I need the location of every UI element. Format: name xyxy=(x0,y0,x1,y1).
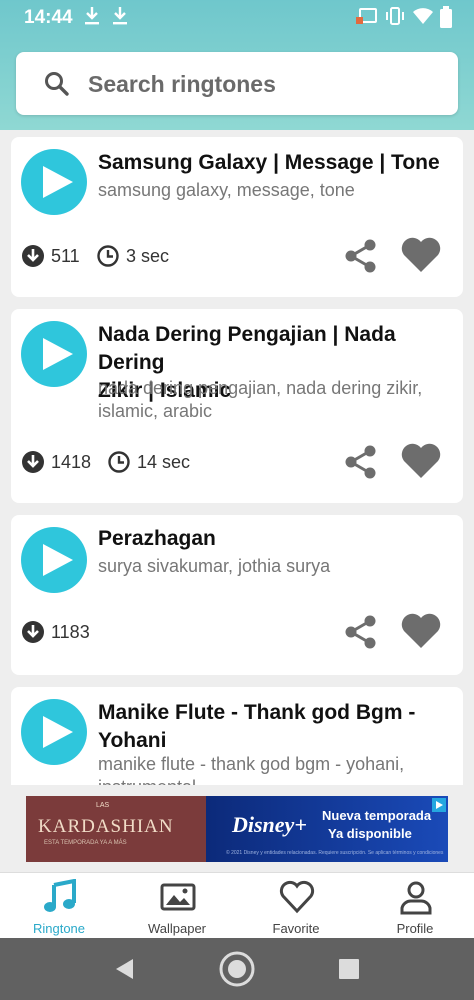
share-icon[interactable] xyxy=(344,445,378,484)
download-icon xyxy=(84,6,100,31)
ringtone-tags-line: surya sivakumar, jothia surya xyxy=(98,556,331,576)
ringtone-card[interactable]: Nada Dering Pengajian | Nada Dering Ziki… xyxy=(11,309,463,503)
ringtone-title-line: Manike Flute - Thank god Bgm - xyxy=(98,701,416,724)
status-bar: 14:44 xyxy=(0,0,474,34)
nav-label: Ringtone xyxy=(32,921,86,936)
duration-value: 14 sec xyxy=(137,451,191,472)
ringtone-tags: surya sivakumar, jothia surya xyxy=(98,555,453,578)
ringtone-title-line: Yohani xyxy=(98,729,167,752)
music-note-icon xyxy=(44,879,76,912)
download-icon xyxy=(112,6,128,31)
download-count-value: 1418 xyxy=(51,451,92,472)
ad-pretitle: LAS xyxy=(96,802,110,809)
recents-icon[interactable] xyxy=(339,959,359,984)
ad-brand: KARDASHIAN xyxy=(38,816,174,837)
nav-wallpaper[interactable]: Wallpaper xyxy=(118,873,236,939)
wifi-icon xyxy=(412,6,434,31)
download-circle-icon xyxy=(22,451,44,473)
play-button[interactable] xyxy=(21,321,87,387)
nav-ringtone[interactable]: Ringtone xyxy=(0,873,118,939)
home-icon[interactable] xyxy=(219,951,255,992)
vibrate-icon xyxy=(384,6,406,31)
ad-fine-print: © 2021 Disney y entidades relacionadas. … xyxy=(226,850,444,856)
favorite-heart-icon[interactable] xyxy=(401,237,441,278)
ad-network-logo: Disney+ xyxy=(232,812,307,837)
heart-outline-icon xyxy=(279,880,315,914)
ringtone-title-line: Perazhagan xyxy=(98,527,216,550)
ringtone-card[interactable]: Samsung Galaxy | Message | Tone samsung … xyxy=(11,137,463,297)
download-count-value: 1183 xyxy=(51,621,90,642)
play-button[interactable] xyxy=(21,527,87,593)
play-icon xyxy=(43,716,73,748)
favorite-heart-icon[interactable] xyxy=(401,443,441,484)
ad-brand-sub: ESTA TEMPORADA YA A MÁS xyxy=(44,840,127,846)
clock-icon xyxy=(108,451,130,473)
ringtone-tags: samsung galaxy, message, tone xyxy=(98,179,453,202)
image-icon xyxy=(160,883,196,911)
nav-favorite[interactable]: Favorite xyxy=(237,873,355,939)
ringtone-card[interactable]: Perazhagan surya sivakumar, jothia surya… xyxy=(11,515,463,675)
ringtone-list[interactable]: Samsung Galaxy | Message | Tone samsung … xyxy=(0,137,474,785)
download-circle-icon xyxy=(22,245,44,267)
cast-icon xyxy=(356,6,378,31)
play-icon xyxy=(43,166,73,198)
download-count: 1183 xyxy=(22,621,90,643)
nav-profile[interactable]: Profile xyxy=(356,873,474,939)
download-circle-icon xyxy=(22,621,44,643)
duration: 14 sec xyxy=(108,451,190,473)
status-time: 14:44 xyxy=(24,7,73,28)
nav-label: Wallpaper xyxy=(147,921,207,936)
ringtone-card[interactable]: Manike Flute - Thank god Bgm - Yohani ma… xyxy=(11,687,463,785)
favorite-heart-icon[interactable] xyxy=(401,613,441,654)
search-icon[interactable] xyxy=(44,71,70,102)
ringtone-tags: manike flute - thank god bgm - yohani, i… xyxy=(98,753,453,785)
back-icon[interactable] xyxy=(114,958,134,985)
play-button[interactable] xyxy=(21,149,87,215)
ringtone-title-line: Nada Dering Pengajian | Nada Dering xyxy=(98,323,396,374)
nav-label: Favorite xyxy=(272,921,320,936)
ad-banner[interactable]: LAS KARDASHIAN ESTA TEMPORADA YA A MÁS D… xyxy=(26,796,448,862)
ringtone-title-line: Samsung Galaxy | Message | Tone xyxy=(98,151,440,174)
ad-choices-icon[interactable] xyxy=(432,798,446,812)
share-icon[interactable] xyxy=(344,615,378,654)
ringtone-title[interactable]: Perazhagan xyxy=(98,525,453,553)
person-icon xyxy=(400,881,432,915)
download-count: 511 xyxy=(22,245,80,267)
download-count-value: 511 xyxy=(51,245,80,266)
share-icon[interactable] xyxy=(344,239,378,278)
duration-value: 3 sec xyxy=(126,245,170,266)
download-count: 1418 xyxy=(22,451,91,473)
ringtone-tags-line: nada dering pengajian, nada dering zikir… xyxy=(98,378,423,398)
ringtone-tags-line: samsung galaxy, message, tone xyxy=(98,180,355,200)
ad-promo-panel: Disney+ Nueva temporada Ya disponible © … xyxy=(206,796,448,862)
ad-promo-line: Ya disponible xyxy=(328,826,412,841)
search-input[interactable] xyxy=(88,65,438,103)
clock-icon xyxy=(97,245,119,267)
nav-label: Profile xyxy=(396,921,434,936)
ringtone-tags-line: instrumental xyxy=(98,776,453,785)
ringtone-title[interactable]: Manike Flute - Thank god Bgm - Yohani xyxy=(98,699,453,755)
battery-icon xyxy=(440,6,452,33)
ringtone-title[interactable]: Samsung Galaxy | Message | Tone xyxy=(98,149,453,177)
app-header: 14:44 xyxy=(0,0,474,130)
ad-promo-line: Nueva temporada xyxy=(322,808,432,823)
search-bar[interactable] xyxy=(16,52,458,115)
bottom-navigation: Ringtone Wallpaper Favorite Profile xyxy=(0,872,474,938)
play-button[interactable] xyxy=(21,699,87,765)
play-icon xyxy=(43,544,73,576)
ringtone-tags-line: manike flute - thank god bgm - yohani, xyxy=(98,754,405,774)
duration: 3 sec xyxy=(97,245,169,267)
play-icon xyxy=(43,338,73,370)
ad-show-panel: LAS KARDASHIAN ESTA TEMPORADA YA A MÁS xyxy=(26,796,206,862)
ringtone-tags-line: islamic, arabic xyxy=(98,401,213,421)
system-navigation-bar xyxy=(0,938,474,1000)
ringtone-tags: nada dering pengajian, nada dering zikir… xyxy=(98,377,453,423)
